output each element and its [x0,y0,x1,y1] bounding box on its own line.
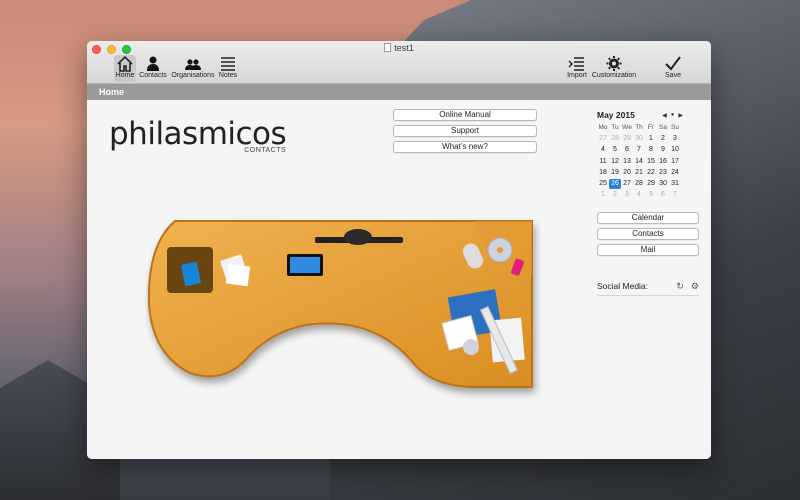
online-manual-button[interactable]: Online Manual [393,109,537,121]
gear-icon [606,56,622,71]
toolbar-notes-button[interactable]: Notes [217,55,239,82]
calendar-day[interactable]: 16 [657,157,669,167]
calendar-day[interactable]: 1 [597,190,609,200]
window-title: test1 [87,43,711,53]
toolbar-home-button[interactable]: Home [114,55,136,82]
social-media-row: Social Media: ↻ ⚙ [597,281,699,291]
calendar-day[interactable]: 27 [621,179,633,189]
calendar-day[interactable]: 6 [621,145,633,155]
calendar-day[interactable]: 10 [669,145,681,155]
document-icon [384,43,392,52]
calendar-day[interactable]: 27 [597,134,609,144]
calendar-prev-icon[interactable]: ◀ [662,112,667,119]
import-icon [568,57,584,71]
calendar-day[interactable]: 7 [669,190,681,200]
calendar-weekday: Fr [647,124,655,131]
calendar-day[interactable]: 3 [621,190,633,200]
person-icon [147,56,159,71]
calendar-day[interactable]: 17 [669,157,681,167]
checkmark-icon [665,56,681,71]
envelope-icon [225,263,251,287]
calendar-day[interactable]: 2 [657,134,669,144]
toolbar-save-button[interactable]: Save [661,55,685,82]
calendar-next-icon[interactable]: ▶ [678,112,683,119]
refresh-icon[interactable]: ↻ [676,281,684,292]
calendar-day[interactable]: 5 [609,145,621,155]
people-icon [185,59,201,70]
calendar-day[interactable]: 7 [633,145,645,155]
calendar-day[interactable]: 23 [657,168,669,178]
calendar-day[interactable]: 4 [633,190,645,200]
calendar-weekday: Th [635,124,643,131]
calendar-day[interactable]: 28 [633,179,645,189]
monitor-base-icon [344,229,372,245]
calendar-day[interactable]: 14 [633,157,645,167]
calendar-day[interactable]: 8 [645,145,657,155]
gear-icon[interactable]: ⚙ [691,281,699,292]
calendar-day[interactable]: 20 [621,168,633,178]
desk-illustration [147,220,533,388]
house-icon [117,55,133,72]
calendar-weekday: Tu [611,124,619,131]
calendar-day[interactable]: 4 [597,145,609,155]
tablet-screen [290,257,320,273]
mail-button[interactable]: Mail [597,244,699,256]
calendar-day[interactable]: 9 [657,145,669,155]
cd-hole [497,247,503,253]
calendar-weekday: Su [671,124,679,131]
calendar-day[interactable]: 24 [669,168,681,178]
calendar-day[interactable]: 12 [609,157,621,167]
calendar-weekday: We [622,124,632,131]
calendar-day[interactable]: 31 [669,179,681,189]
calendar-day[interactable]: 30 [657,179,669,189]
divider [597,295,699,296]
calendar-day[interactable]: 6 [657,190,669,200]
calendar-today-icon[interactable]: ● [671,112,675,119]
app-window: test1 Home Contacts Organisations Notes … [87,41,711,459]
titlebar: test1 Home Contacts Organisations Notes … [87,41,711,84]
calendar-weekday: Sa [659,124,667,131]
toolbar-contacts-button[interactable]: Contacts [138,55,168,82]
calendar-day[interactable]: 5 [645,190,657,200]
calendar-day[interactable]: 18 [597,168,609,178]
list-icon [221,57,235,71]
mini-calendar: May 2015 ◀ ● ▶ Mo Tu We Th Fr Sa Su 27 28 29 30 1 2 3… [597,110,683,200]
calendar-day[interactable]: 30 [633,134,645,144]
calendar-day[interactable]: 25 [597,179,609,189]
calendar-weekday: Mo [598,124,608,131]
calendar-day[interactable]: 13 [621,157,633,167]
contacts-button[interactable]: Contacts [597,228,699,240]
disc-icon [463,339,479,355]
calendar-day[interactable]: 11 [597,157,609,167]
home-view: philasmicos CONTACTS Online Manual Suppo… [87,100,711,459]
calendar-day[interactable]: 2 [609,190,621,200]
calendar-button[interactable]: Calendar [597,212,699,224]
calendar-day[interactable]: 19 [609,168,621,178]
calendar-day[interactable]: 26 [609,178,621,190]
calendar-day[interactable]: 15 [645,157,657,167]
toolbar-import-button[interactable]: Import [565,55,589,82]
toolbar-customization-button[interactable]: Customization [591,55,637,82]
calendar-day[interactable]: 22 [645,168,657,178]
whats-new-button[interactable]: What’s new? [393,141,537,153]
calendar-day[interactable]: 28 [609,134,621,144]
app-logo: philasmicos CONTACTS [109,116,287,154]
calendar-day[interactable]: 29 [621,134,633,144]
calendar-grid: Mo Tu We Th Fr Sa Su 27 28 29 30 1 2 3 4 5 6 7 8 9 10 11 12 13 1… [597,123,683,200]
calendar-day[interactable]: 1 [645,134,657,144]
calendar-title: May 2015 [597,110,635,120]
calendar-day[interactable]: 29 [645,179,657,189]
toolbar-organisations-button[interactable]: Organisations [171,55,215,82]
tab-home[interactable]: Home [87,84,711,100]
calendar-day[interactable]: 21 [633,168,645,178]
calendar-day[interactable]: 3 [669,134,681,144]
support-button[interactable]: Support [393,125,537,137]
